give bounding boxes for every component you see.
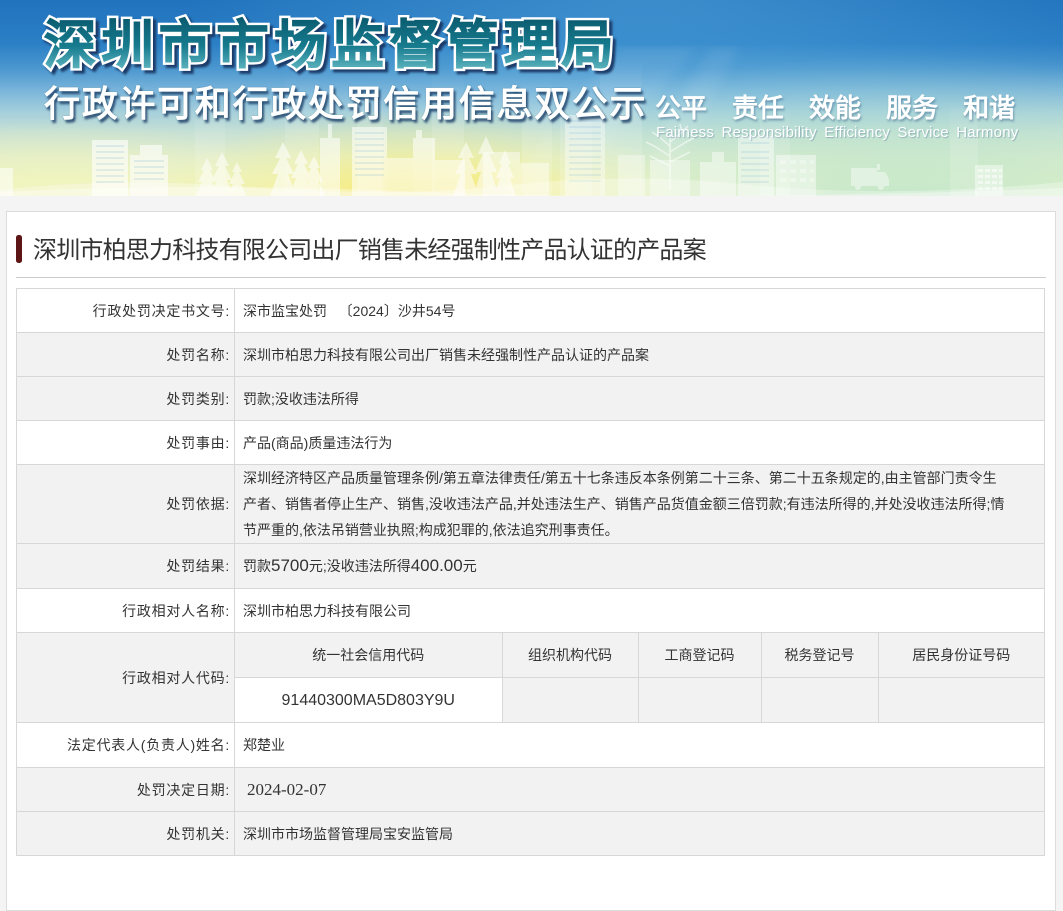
- svg-text:深圳市市场监督管理局: 深圳市市场监督管理局: [44, 17, 619, 75]
